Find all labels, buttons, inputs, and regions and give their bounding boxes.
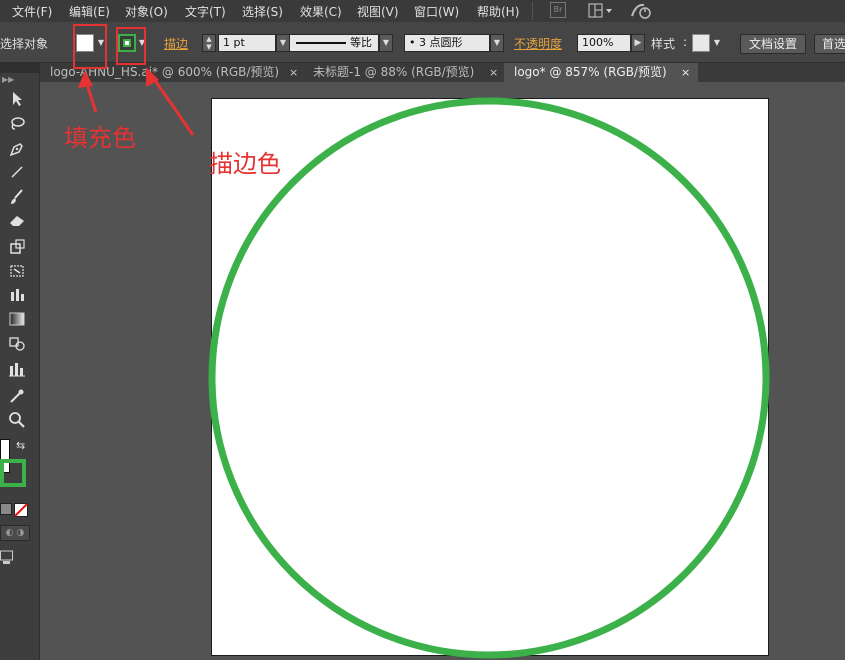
tab-untitled-1[interactable]: 未标题-1 @ 88% (RGB/预览) [303, 63, 504, 82]
screen-mode-icon[interactable] [0, 550, 14, 570]
menu-edit[interactable]: 编辑(E) [69, 3, 110, 20]
stroke-swatch-large[interactable] [0, 459, 26, 487]
line-tool-icon[interactable] [6, 164, 28, 184]
swap-fill-stroke-icon[interactable]: ⇆ [16, 439, 25, 452]
tab-close-icon[interactable]: × [489, 63, 498, 82]
graphic-style-swatch[interactable] [692, 34, 710, 52]
style-dropdown-arrow[interactable]: ▼ [712, 34, 722, 52]
opacity-label[interactable]: 不透明度 [514, 35, 562, 52]
profile-label: 等比 [350, 36, 372, 49]
opacity-field[interactable]: 100% [577, 34, 631, 52]
rotate-tool-icon[interactable] [6, 238, 28, 258]
profile-line-icon [296, 42, 346, 44]
brush-definition[interactable]: • 3 点圆形 [404, 34, 490, 52]
stroke-label[interactable]: 描边 [164, 35, 188, 52]
arrange-documents-icon[interactable] [588, 3, 614, 22]
toolbox-grip-icon[interactable]: ▶▶ [2, 75, 14, 84]
zoom-tool-icon[interactable] [6, 411, 28, 431]
toolbox: ▶▶ ⇆ ◐ ◑ [0, 63, 40, 660]
tab-close-icon[interactable]: × [289, 63, 298, 82]
eyedropper-tool-icon[interactable] [6, 387, 28, 407]
menu-effect[interactable]: 效果(C) [300, 3, 342, 20]
column-graph-tool-icon[interactable] [6, 361, 28, 381]
brush-dropdown[interactable]: ▼ [490, 34, 504, 52]
style-label: 样式 [651, 37, 676, 51]
stroke-annotation-box [116, 27, 146, 65]
fill-color-annotation: 填充色 [64, 124, 136, 152]
document-setup-button[interactable]: 文档设置 [740, 34, 806, 54]
none-color-icon[interactable] [14, 502, 28, 521]
bridge-icon[interactable]: Br [550, 2, 566, 18]
stroke-weight-dropdown[interactable]: ▼ [276, 34, 290, 52]
opacity-slider-arrow[interactable]: ▶ [631, 34, 645, 52]
menu-select[interactable]: 选择(S) [242, 3, 283, 20]
menu-window[interactable]: 窗口(W) [414, 3, 459, 20]
tab-label: 未标题-1 @ 88% (RGB/预览) [313, 65, 475, 79]
gradient-tool-icon[interactable] [6, 312, 28, 332]
menu-type[interactable]: 文字(T) [185, 3, 226, 20]
eraser-tool-icon[interactable] [6, 213, 28, 233]
menu-help[interactable]: 帮助(H) [477, 3, 519, 20]
preferences-button[interactable]: 首选 [814, 34, 845, 54]
tab-label: logo* @ 857% (RGB/预览) [514, 65, 667, 79]
selection-tool-icon[interactable] [6, 91, 28, 111]
style-colon: : [683, 35, 688, 49]
paintbrush-tool-icon[interactable] [6, 188, 28, 208]
stroke-color-annotation: 描边色 [209, 150, 281, 178]
selection-label: 选择对象 [0, 37, 49, 51]
blend-tool-icon[interactable] [6, 336, 28, 356]
profile-dropdown[interactable]: ▼ [379, 34, 393, 52]
sync-settings-icon[interactable] [630, 2, 654, 23]
stroke-weight-field[interactable]: 1 pt [218, 34, 276, 52]
fill-annotation-box [73, 24, 107, 69]
artboard[interactable] [211, 98, 769, 656]
menu-view[interactable]: 视图(V) [357, 3, 399, 20]
menu-file[interactable]: 文件(F) [12, 3, 52, 20]
free-transform-tool-icon[interactable] [6, 262, 28, 282]
menu-divider [532, 2, 533, 20]
menu-bar: 文件(F) 编辑(E) 对象(O) 文字(T) 选择(S) 效果(C) 视图(V… [0, 0, 845, 22]
tab-logo-active[interactable]: logo* @ 857% (RGB/预览) [504, 63, 698, 82]
lasso-tool-icon[interactable] [6, 115, 28, 135]
document-tab-bar: logo-AHNU_HS.ai* @ 600% (RGB/预览) × 未标题-1… [40, 63, 845, 82]
tab-close-icon[interactable]: × [681, 63, 690, 82]
toolbox-header [0, 63, 40, 73]
menu-object[interactable]: 对象(O) [125, 3, 168, 20]
pen-tool-icon[interactable] [6, 140, 28, 160]
draw-mode-icon[interactable]: ◐ ◑ [0, 525, 30, 541]
graph-tool-icon[interactable] [6, 286, 28, 306]
variable-width-profile[interactable]: 等比 [289, 34, 379, 52]
stroke-weight-stepper-icon[interactable]: ▲ ▼ [202, 34, 216, 52]
color-mode-icon[interactable] [0, 503, 12, 515]
